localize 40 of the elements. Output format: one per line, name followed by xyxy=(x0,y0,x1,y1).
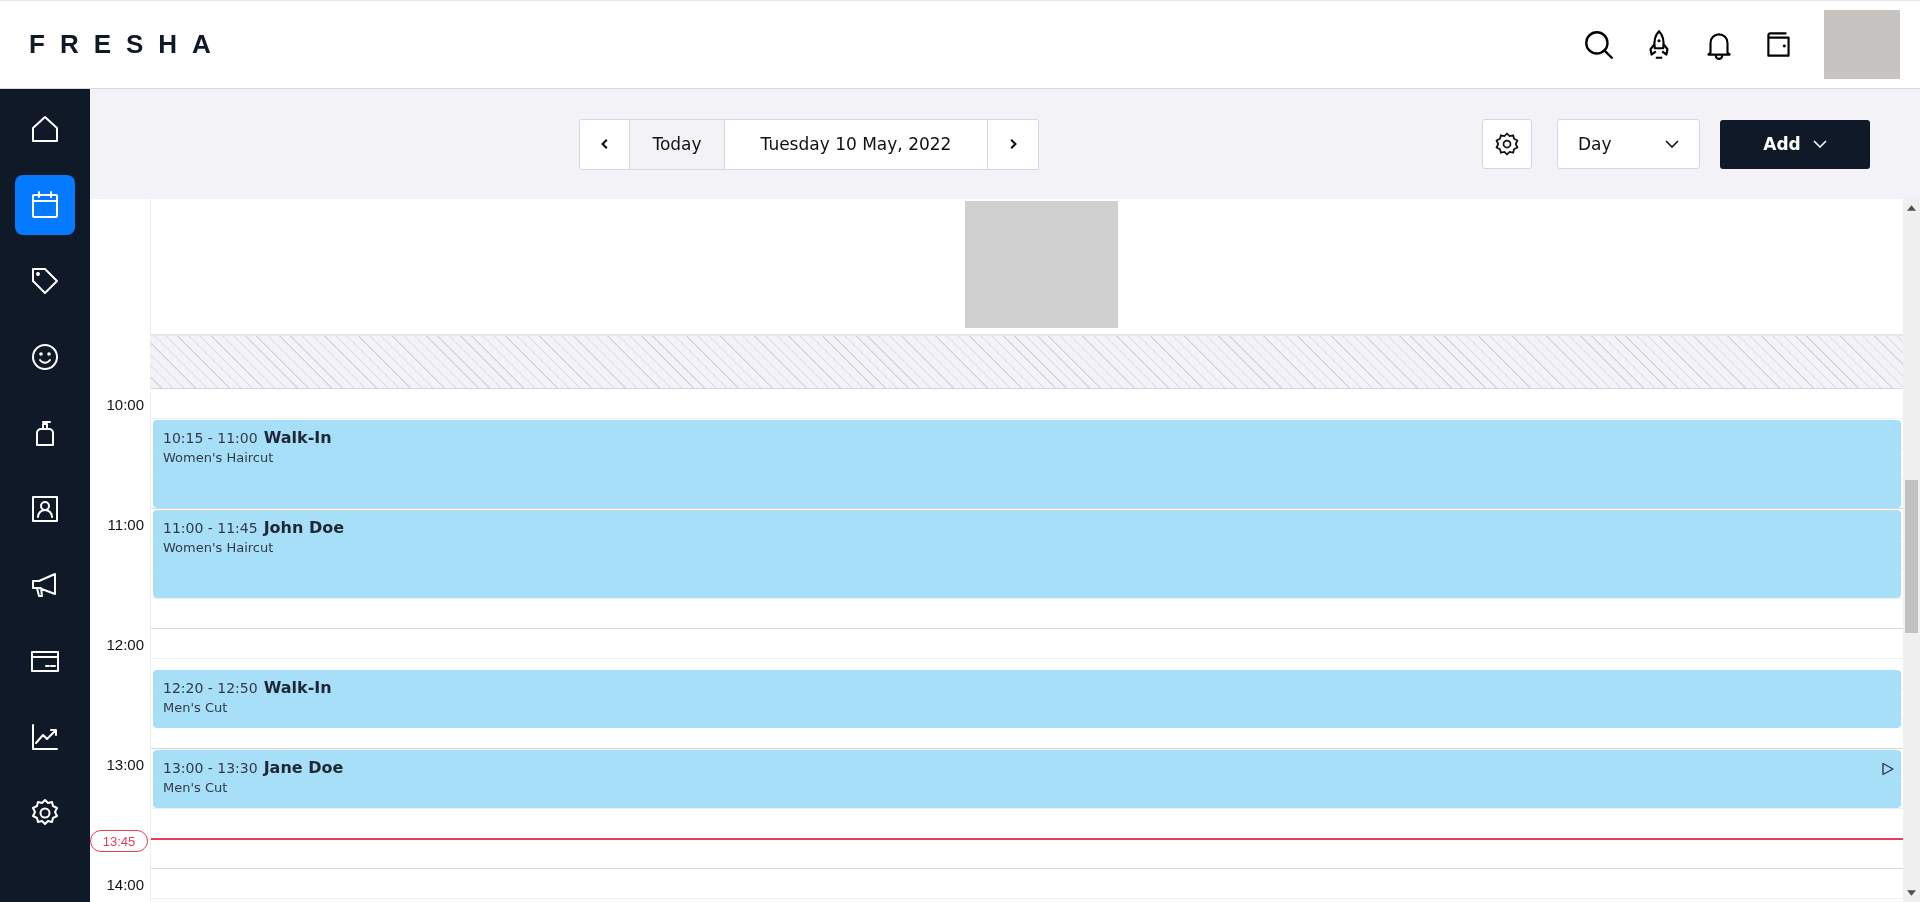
service-name: Men's Cut xyxy=(163,780,229,795)
view-dropdown[interactable]: Day xyxy=(1557,119,1700,169)
service-name: Women's Haircut xyxy=(163,450,275,465)
service-name: Men's Cut xyxy=(163,700,229,715)
hour-label: 12:00 xyxy=(106,636,144,653)
appointment-card[interactable]: 11:00 - 11:45 John Doe Women's Haircut xyxy=(153,510,1901,598)
settings-icon xyxy=(1493,130,1521,158)
appointment-time: 10:15 - 11:00 xyxy=(163,430,258,446)
caret-icon xyxy=(1812,140,1827,148)
current-time-badge: 13:45 xyxy=(90,830,148,852)
appointment-time: 12:20 - 12:50 xyxy=(163,680,258,696)
appointment-time: 11:00 - 11:45 xyxy=(163,520,258,536)
smiley-icon[interactable] xyxy=(29,341,61,373)
hour-label: 10:00 xyxy=(106,396,144,413)
home-icon[interactable] xyxy=(29,113,61,145)
client-name: Walk-In xyxy=(263,678,332,697)
add-button[interactable]: Add xyxy=(1720,119,1870,169)
appointment-time: 13:00 - 13:30 xyxy=(163,760,258,776)
appointment-card[interactable]: 10:15 - 11:00 Walk-In Women's Haircut xyxy=(153,420,1901,508)
service-name: Women's Haircut xyxy=(163,540,275,555)
logo[interactable]: FRESHA xyxy=(29,29,226,60)
hour-label: 14:00 xyxy=(106,876,144,893)
date-picker[interactable]: Tuesday 10 May, 2022 xyxy=(725,119,988,169)
calendar-icon[interactable] xyxy=(29,189,61,221)
line-chart-icon[interactable] xyxy=(29,721,61,753)
scrollbar-thumb[interactable] xyxy=(1905,480,1918,633)
settings-button[interactable] xyxy=(1482,119,1532,169)
hour-label: 11:00 xyxy=(107,516,144,533)
scroll-down-icon[interactable] xyxy=(1907,890,1916,896)
caret-icon xyxy=(1665,140,1679,148)
hour-label: 13:00 xyxy=(106,756,144,773)
tag-icon[interactable] xyxy=(29,265,61,297)
appointment-card[interactable]: 12:20 - 12:50 Walk-In Men's Cut xyxy=(153,670,1901,728)
contact-card-icon[interactable] xyxy=(29,493,61,525)
scroll-up-icon[interactable] xyxy=(1907,205,1916,211)
client-name: John Doe xyxy=(263,518,345,537)
client-name: Jane Doe xyxy=(263,758,344,777)
chevron-right-icon xyxy=(1007,138,1019,150)
client-name: Walk-In xyxy=(263,428,332,447)
appointment-card[interactable]: 13:00 - 13:30 Jane Doe Men's Cut xyxy=(153,750,1901,808)
